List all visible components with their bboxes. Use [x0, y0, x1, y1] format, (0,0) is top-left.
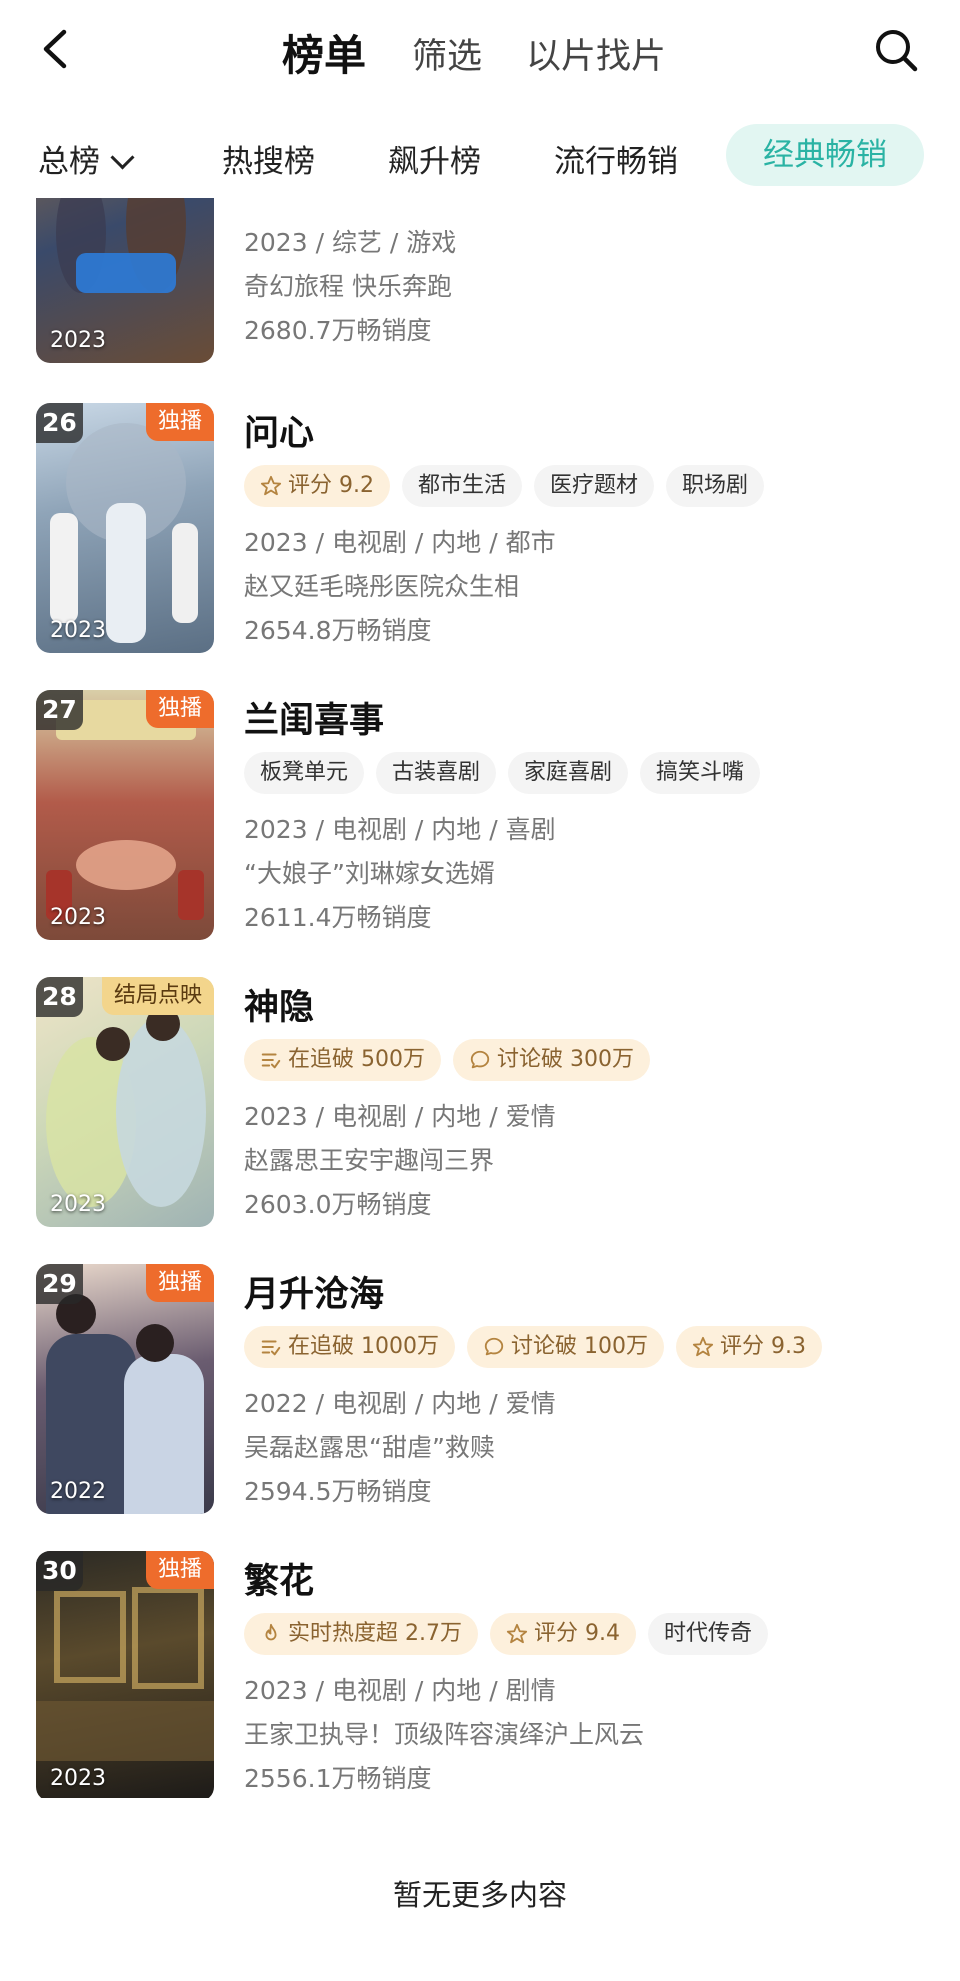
item-meta: 2023 / 电视剧 / 内地 / 喜剧 — [244, 815, 556, 844]
tab-find-by-film[interactable]: 以片找片 — [526, 28, 666, 79]
rank-number: 27 — [36, 690, 83, 730]
star-icon — [260, 475, 282, 496]
poster-image: 26 独播 2023 — [36, 403, 214, 653]
ranking-list: 2023 2023 / 综艺 / 游戏 奇幻旅程 快乐奔跑 2680.7万畅销度… — [0, 198, 960, 1798]
rank-number: 28 — [36, 977, 83, 1017]
tag-row: 实时热度超 2.7万 评分 9.4 时代传奇 — [244, 1613, 768, 1655]
comment-icon — [470, 1050, 490, 1069]
search-icon — [876, 30, 918, 72]
tag-genre: 搞笑斗嘴 — [640, 752, 761, 794]
rank-number: 26 — [36, 403, 83, 443]
overall-dropdown[interactable]: 总榜 — [38, 136, 135, 181]
chart-category-tabs: 总榜 热搜榜 飙升榜 流行畅销 经典畅销 — [0, 118, 960, 198]
tag-following: 在追破 500万 — [244, 1039, 441, 1081]
item-title[interactable]: 繁花 — [244, 1553, 314, 1604]
item-meta: 2023 / 电视剧 / 内地 / 剧情 — [244, 1676, 556, 1705]
item-heat: 2594.5万畅销度 — [244, 1477, 432, 1506]
tag-row: 在追破 500万 讨论破 300万 — [244, 1039, 650, 1081]
exclusive-badge: 独播 — [145, 1264, 214, 1302]
no-more-content-label: 暂无更多内容 — [392, 1878, 567, 1912]
tag-genre: 时代传奇 — [647, 1613, 768, 1655]
tab-rising[interactable]: 飙升榜 — [388, 136, 481, 181]
tag-row: 评分 9.2 都市生活 医疗题材 职场剧 — [244, 465, 765, 507]
tag-row: 在追破 1000万 讨论破 100万 评分 9.3 — [244, 1326, 822, 1368]
item-title[interactable]: 月升沧海 — [244, 1266, 384, 1317]
item-desc: 赵又廷毛晓彤医院众生相 — [244, 572, 520, 601]
tab-hot-search[interactable]: 热搜榜 — [222, 136, 315, 181]
tag-rating: 评分 9.3 — [675, 1326, 822, 1368]
poster-image: 29 独播 2022 — [36, 1264, 214, 1514]
tag-genre: 板凳单元 — [244, 752, 365, 794]
item-title[interactable]: 兰闺喜事 — [244, 692, 384, 743]
list-item[interactable]: 2023 2023 / 综艺 / 游戏 奇幻旅程 快乐奔跑 2680.7万畅销度 — [0, 198, 960, 373]
star-icon — [506, 1623, 528, 1644]
item-heat: 2611.4万畅销度 — [244, 903, 432, 932]
item-meta: 2023 / 电视剧 / 内地 / 都市 — [244, 528, 556, 557]
back-button[interactable] — [34, 26, 80, 72]
search-button[interactable] — [872, 26, 920, 74]
exclusive-badge: 独播 — [145, 1551, 214, 1589]
poster-image: 27 独播 2023 — [36, 690, 214, 940]
top-nav-bar: 榜单 筛选 以片找片 — [0, 0, 960, 100]
list-item[interactable]: 29 独播 2022 月升沧海 在追破 1000万 讨论破 100万 评分 9.… — [0, 1264, 960, 1524]
tag-genre: 古装喜剧 — [376, 752, 497, 794]
tag-rating: 评分 9.2 — [244, 465, 390, 507]
back-arrow-icon — [43, 29, 67, 69]
tag-following: 在追破 1000万 — [244, 1326, 455, 1368]
poster-year: 2023 — [50, 328, 106, 353]
list-icon — [261, 1340, 281, 1356]
poster-year: 2023 — [50, 618, 106, 643]
page-title[interactable]: 榜单 — [282, 22, 366, 83]
item-desc: 吴磊赵露思“甜虐”救赎 — [244, 1433, 495, 1462]
item-desc: 赵露思王安宇趣闯三界 — [244, 1146, 495, 1175]
list-item[interactable]: 27 独播 2023 兰闺喜事 板凳单元 古装喜剧 家庭喜剧 搞笑斗嘴 2023… — [0, 690, 960, 950]
item-desc: 奇幻旅程 快乐奔跑 — [244, 272, 452, 301]
item-meta: 2022 / 电视剧 / 内地 / 爱情 — [244, 1389, 556, 1418]
exclusive-badge: 独播 — [145, 690, 214, 728]
poster-image: 28 结局点映 2023 — [36, 977, 214, 1227]
overall-dropdown-label: 总榜 — [38, 144, 100, 180]
list-item[interactable]: 28 结局点映 2023 神隐 在追破 500万 讨论破 300万 2023 /… — [0, 977, 960, 1237]
tab-popular-bestseller[interactable]: 流行畅销 — [554, 136, 678, 181]
item-title[interactable]: 问心 — [244, 405, 314, 456]
poster-year: 2023 — [50, 1192, 106, 1217]
tab-filter[interactable]: 筛选 — [412, 28, 482, 79]
finale-preview-badge: 结局点映 — [101, 977, 214, 1015]
fire-icon — [265, 1623, 277, 1641]
item-heat: 2603.0万畅销度 — [244, 1190, 432, 1219]
item-heat: 2556.1万畅销度 — [244, 1764, 432, 1793]
item-desc: “大娘子”刘琳嫁女选婿 — [244, 859, 495, 888]
poster-year: 2022 — [50, 1479, 106, 1504]
tab-classic-bestseller[interactable]: 经典畅销 — [726, 124, 924, 186]
tag-rating: 评分 9.4 — [489, 1613, 636, 1655]
exclusive-badge: 独播 — [145, 403, 214, 441]
item-meta: 2023 / 综艺 / 游戏 — [244, 228, 457, 257]
item-title[interactable]: 神隐 — [244, 979, 314, 1030]
chevron-down-icon — [110, 145, 135, 170]
poster-image: 2023 — [36, 198, 214, 363]
tag-discussion: 讨论破 100万 — [466, 1326, 664, 1368]
poster-year: 2023 — [50, 905, 106, 930]
tag-genre: 职场剧 — [666, 465, 765, 507]
poster-year: 2023 — [50, 1766, 106, 1791]
rank-number: 29 — [36, 1264, 83, 1304]
tag-genre: 都市生活 — [401, 465, 522, 507]
list-item[interactable]: 26 独播 2023 问心 评分 9.2 都市生活 医疗题材 职场剧 2023 … — [0, 403, 960, 663]
item-heat: 2680.7万畅销度 — [244, 316, 432, 345]
tag-discussion: 讨论破 300万 — [453, 1039, 650, 1081]
comment-icon — [484, 1337, 504, 1356]
tag-row: 板凳单元 古装喜剧 家庭喜剧 搞笑斗嘴 — [244, 752, 761, 794]
item-heat: 2654.8万畅销度 — [244, 616, 432, 645]
list-icon — [261, 1053, 281, 1069]
poster-image: 30 独播 2023 — [36, 1551, 214, 1798]
item-meta: 2023 / 电视剧 / 内地 / 爱情 — [244, 1102, 556, 1131]
tag-genre: 医疗题材 — [534, 465, 655, 507]
item-desc: 王家卫执导！顶级阵容演绎沪上风云 — [244, 1720, 645, 1749]
list-item[interactable]: 30 独播 2023 繁花 实时热度超 2.7万 评分 9.4 时代传奇 202… — [0, 1551, 960, 1798]
tag-realtime-heat: 实时热度超 2.7万 — [244, 1613, 478, 1655]
star-icon — [692, 1336, 714, 1357]
tag-genre: 家庭喜剧 — [508, 752, 629, 794]
rank-number: 30 — [36, 1551, 83, 1591]
